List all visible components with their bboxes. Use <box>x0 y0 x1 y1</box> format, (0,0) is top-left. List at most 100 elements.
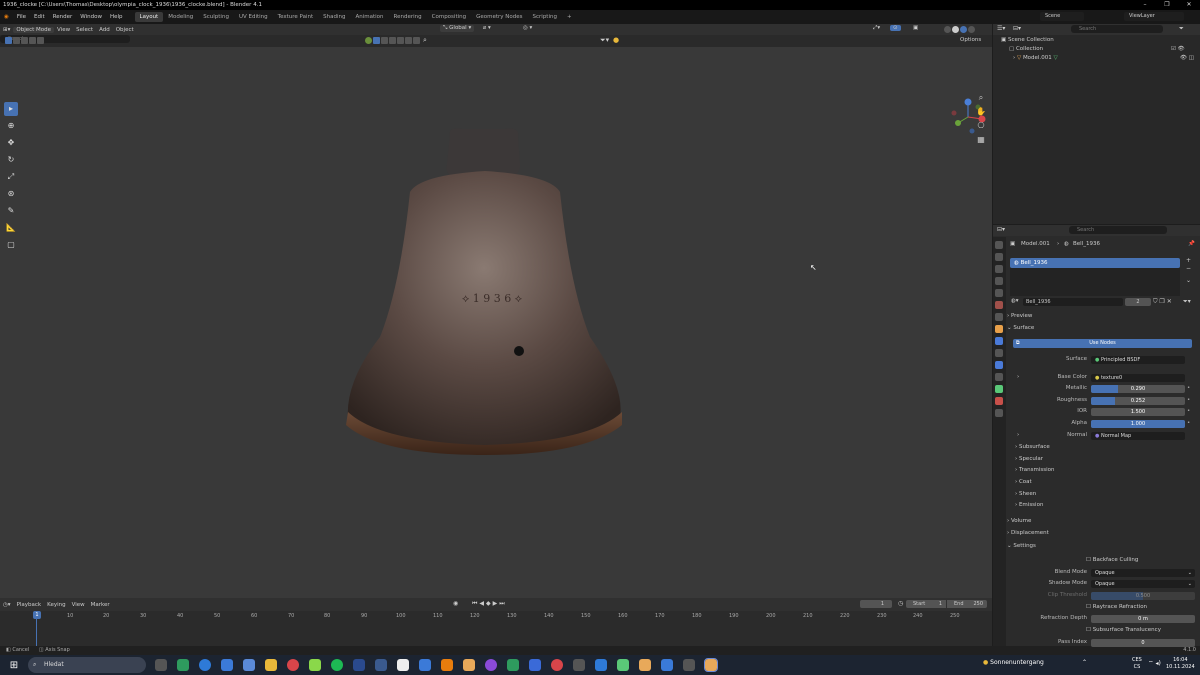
snap-icon[interactable]: ⌀ ▾ <box>480 25 494 31</box>
shading-solid-icon[interactable] <box>952 26 959 33</box>
keyboard-language[interactable]: CES CS <box>1132 657 1142 671</box>
select-tool-icon[interactable]: ▸ <box>4 102 18 116</box>
orientation-dropdown[interactable]: ⤡ Global ▾ <box>440 25 475 32</box>
timeline-ruler[interactable]: 10 20 30 40 50 60 70 80 90 100 110 120 1… <box>0 611 992 621</box>
base-color-field[interactable]: ● texture0 <box>1091 373 1185 382</box>
outliner-editor-type-icon[interactable]: ☰▾ <box>997 25 1005 32</box>
current-frame-field[interactable]: 1 <box>860 600 892 608</box>
pan-hand-icon[interactable]: ✋ <box>976 107 986 117</box>
start-frame-field[interactable]: Start 1 <box>906 600 946 608</box>
menu-select[interactable]: Select <box>73 27 96 33</box>
shading-rendered-icon[interactable] <box>968 26 975 33</box>
viewlayer-selector[interactable]: ViewLayer <box>1124 12 1184 21</box>
material-slot-list[interactable] <box>1010 268 1180 296</box>
collection-checkbox-icon[interactable]: ☑ 👁 <box>1171 46 1185 52</box>
select-intersect-icon[interactable] <box>37 37 44 44</box>
tab-constraints-icon[interactable] <box>995 373 1003 381</box>
subsection-emission[interactable]: › Emission <box>1015 500 1200 511</box>
tab-material-icon[interactable] <box>995 397 1003 405</box>
funnel-filter-icon[interactable]: ⏷▾ <box>600 36 609 45</box>
filter-icon[interactable] <box>365 37 372 44</box>
document-icon[interactable] <box>397 659 409 671</box>
tab-texture-paint[interactable]: Texture Paint <box>273 12 319 22</box>
taskbar-app-icon-6[interactable] <box>529 659 541 671</box>
filter-mesh-icon[interactable] <box>373 37 380 44</box>
ior-field[interactable]: 1.500 <box>1091 407 1185 416</box>
raytrace-refraction-row[interactable]: ☐ Raytrace Refraction <box>1086 602 1200 613</box>
taskbar-app-icon-10[interactable] <box>617 659 629 671</box>
roughness-slider[interactable]: 0.252 <box>1091 396 1185 405</box>
keyframe-dot-icon[interactable]: • <box>1187 395 1190 406</box>
light-icon[interactable]: ● <box>613 36 619 44</box>
mail-icon[interactable] <box>221 659 233 671</box>
edge-icon[interactable] <box>199 659 211 671</box>
rotate-tool-icon[interactable]: ↻ <box>4 153 18 167</box>
blender-icon[interactable] <box>463 659 475 671</box>
bell-model[interactable]: ⟡ 1 9 3 6 ⟡ <box>0 47 992 598</box>
object-visibility-icon[interactable]: 👁 ◫ <box>1180 55 1194 61</box>
tab-world-icon[interactable] <box>995 301 1003 309</box>
material-name-field[interactable]: Bell_1936 <box>1023 297 1123 306</box>
keyframe-dot-icon[interactable]: • <box>1187 406 1190 417</box>
object-mode-dropdown[interactable]: Object Mode <box>13 26 55 33</box>
menu-add[interactable]: Add <box>96 27 113 33</box>
shading-material-icon[interactable] <box>960 26 967 33</box>
add-cube-tool-icon[interactable]: ▢ <box>4 238 18 252</box>
expand-arrow-icon[interactable]: › <box>1017 372 1019 383</box>
surface-shader-field[interactable]: ● Principled BSDF <box>1091 355 1185 364</box>
zoom-icon[interactable]: ⌕ <box>976 93 986 103</box>
subsurface-translucency-row[interactable]: ☐ Subsurface Translucency <box>1086 625 1200 636</box>
tab-geometry-nodes[interactable]: Geometry Nodes <box>471 12 527 22</box>
filter-camera-icon[interactable] <box>397 37 404 44</box>
windows-start-icon[interactable]: ⊞ <box>6 660 22 671</box>
word-icon[interactable] <box>419 659 431 671</box>
blender-active-icon[interactable] <box>704 658 718 672</box>
normal-field[interactable]: ● Normal Map <box>1091 431 1185 440</box>
task-view-icon[interactable] <box>155 659 167 671</box>
clock[interactable]: 16:04 10.11.2024 <box>1166 657 1195 671</box>
tab-render-icon[interactable] <box>995 253 1003 261</box>
tab-layout[interactable]: Layout <box>134 12 164 22</box>
maximize-icon[interactable]: ❐ <box>1156 0 1178 10</box>
tab-particles-icon[interactable] <box>995 349 1003 357</box>
tab-modeling[interactable]: Modeling <box>163 12 198 22</box>
remove-slot-icon[interactable]: − <box>1186 265 1191 272</box>
filter-other-icon[interactable] <box>413 37 420 44</box>
scale-tool-icon[interactable]: ⤢ <box>4 170 18 184</box>
timeline-editor-type-icon[interactable]: ◷▾ <box>0 602 14 608</box>
blend-mode-dropdown[interactable]: Opaque ⌄ <box>1091 568 1195 577</box>
taskbar-app-icon-2[interactable] <box>309 659 321 671</box>
spotify-icon[interactable] <box>331 659 343 671</box>
subsection-subsurface[interactable]: › Subsurface <box>1015 442 1200 453</box>
menu-file[interactable]: File <box>13 14 30 20</box>
slot-menu-icon[interactable]: ⌄ <box>1186 277 1191 284</box>
end-frame-field[interactable]: End 250 <box>947 600 987 608</box>
keyframe-dot-icon[interactable]: • <box>1187 383 1190 394</box>
tab-compositing[interactable]: Compositing <box>427 12 471 22</box>
menu-edit[interactable]: Edit <box>30 14 49 20</box>
proportional-edit-icon[interactable]: ◎ ▾ <box>520 25 535 31</box>
menu-view[interactable]: View <box>54 27 73 33</box>
tab-tool-icon[interactable] <box>995 241 1003 249</box>
outliner-scene-collection[interactable]: ▣ Scene Collection <box>1001 37 1054 43</box>
taskbar-app-icon-12[interactable] <box>683 659 695 671</box>
playhead[interactable]: 1 <box>33 611 41 619</box>
pin-icon[interactable]: 📌 <box>1188 239 1195 250</box>
overlay-toggle-icon[interactable]: ⊙ <box>890 25 901 31</box>
outliner-object-model[interactable]: › ▽ Model.001 ▽ <box>1013 55 1058 61</box>
visibility-filter-buttons[interactable] <box>365 37 421 44</box>
subsection-coat[interactable]: › Coat <box>1015 477 1200 488</box>
checkbox-icon[interactable]: ☐ <box>1086 627 1093 633</box>
tab-view-layer-icon[interactable] <box>995 277 1003 285</box>
tab-uv-editing[interactable]: UV Editing <box>234 12 273 22</box>
section-displacement[interactable]: › Displacement <box>1007 528 1199 539</box>
properties-editor-type-icon[interactable]: ⊟▾ <box>997 226 1005 233</box>
outliner-display-mode-icon[interactable]: ⊟▾ <box>1013 25 1021 32</box>
metallic-slider[interactable]: 0.290 <box>1091 384 1185 393</box>
tab-animation[interactable]: Animation <box>350 12 388 22</box>
taskbar-app-icon-5[interactable] <box>507 659 519 671</box>
subsection-transmission[interactable]: › Transmission <box>1015 465 1200 476</box>
tab-data-icon[interactable] <box>995 385 1003 393</box>
refraction-depth-field[interactable]: 0 m <box>1091 614 1195 623</box>
minimize-icon[interactable]: – <box>1134 0 1156 10</box>
